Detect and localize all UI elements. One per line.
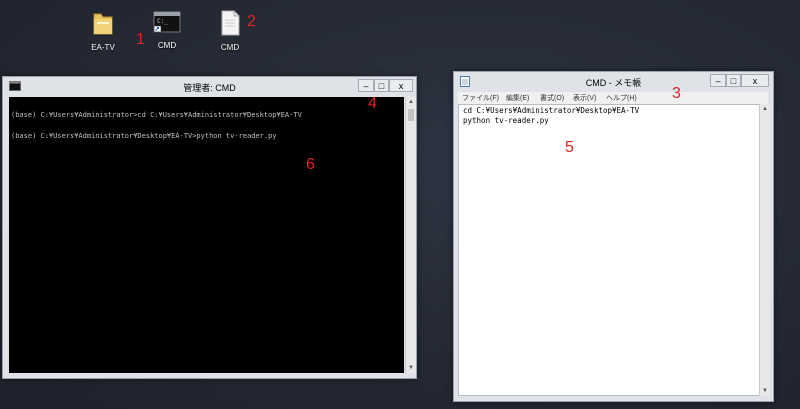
svg-text:C:_: C:_ <box>157 18 168 25</box>
menu-format[interactable]: 書式(O) <box>540 93 564 103</box>
notepad-scrollbar[interactable]: ▲ ▼ <box>759 104 770 396</box>
notepad-text-area[interactable]: cd C:¥Users¥Administrator¥Desktop¥EA-TV … <box>458 104 760 396</box>
notepad-titlebar[interactable]: CMD - メモ帳 ‒ □ x <box>454 72 773 92</box>
desktop-icon-ea-tv[interactable]: EA-TV <box>78 10 128 52</box>
cmd-window[interactable]: 管理者: CMD ‒ □ x (base) C:¥Users¥Administr… <box>2 76 417 379</box>
minimize-button[interactable]: ‒ <box>358 79 374 92</box>
maximize-button[interactable]: □ <box>374 79 389 92</box>
menu-view[interactable]: 表示(V) <box>573 93 596 103</box>
desktop-icon-label: CMD <box>220 43 240 52</box>
notepad-menubar: ファイル(F) 編集(E) 書式(O) 表示(V) ヘルプ(H) <box>458 92 768 104</box>
maximize-button[interactable]: □ <box>726 74 741 87</box>
scroll-up-icon[interactable]: ▲ <box>406 97 416 107</box>
editor-line: cd C:¥Users¥Administrator¥Desktop¥EA-TV <box>463 106 640 115</box>
console-line: (base) C:¥Users¥Administrator¥Desktop¥EA… <box>11 132 277 140</box>
close-button[interactable]: x <box>389 79 413 92</box>
scroll-thumb[interactable] <box>408 109 414 121</box>
text-file-icon <box>221 10 240 36</box>
annotation-2: 2 <box>247 13 256 30</box>
scroll-down-icon[interactable]: ▼ <box>406 363 416 373</box>
folder-icon <box>93 13 113 35</box>
scroll-down-icon[interactable]: ▼ <box>760 386 770 396</box>
editor-line: python tv-reader.py <box>463 116 549 125</box>
minimize-button[interactable]: ‒ <box>710 74 726 87</box>
cmd-titlebar[interactable]: 管理者: CMD ‒ □ x <box>3 77 416 97</box>
desktop-icon-label: CMD <box>157 41 177 50</box>
notepad-window[interactable]: CMD - メモ帳 ‒ □ x ファイル(F) 編集(E) 書式(O) 表示(V… <box>453 71 774 402</box>
annotation-4: 4 <box>368 95 377 112</box>
annotation-5: 5 <box>565 139 574 156</box>
annotation-1: 1 <box>136 31 145 48</box>
menu-help[interactable]: ヘルプ(H) <box>606 93 637 103</box>
menu-file[interactable]: ファイル(F) <box>462 93 499 103</box>
console-output[interactable]: (base) C:¥Users¥Administrator>cd C:¥User… <box>9 97 404 373</box>
cmd-shortcut-icon: C:_ <box>153 11 181 33</box>
desktop-icon-label: EA-TV <box>91 43 115 52</box>
scroll-up-icon[interactable]: ▲ <box>760 104 770 114</box>
close-button[interactable]: x <box>741 74 769 87</box>
desktop-icon-cmd-shortcut[interactable]: C:_ CMD <box>142 10 192 50</box>
cmd-title: 管理者: CMD <box>183 83 236 93</box>
console-scrollbar[interactable]: ▲ ▼ <box>405 97 416 373</box>
annotation-6: 6 <box>306 156 315 173</box>
annotation-3: 3 <box>672 85 681 102</box>
menu-edit[interactable]: 編集(E) <box>506 93 529 103</box>
console-line: (base) C:¥Users¥Administrator>cd C:¥User… <box>11 111 302 119</box>
